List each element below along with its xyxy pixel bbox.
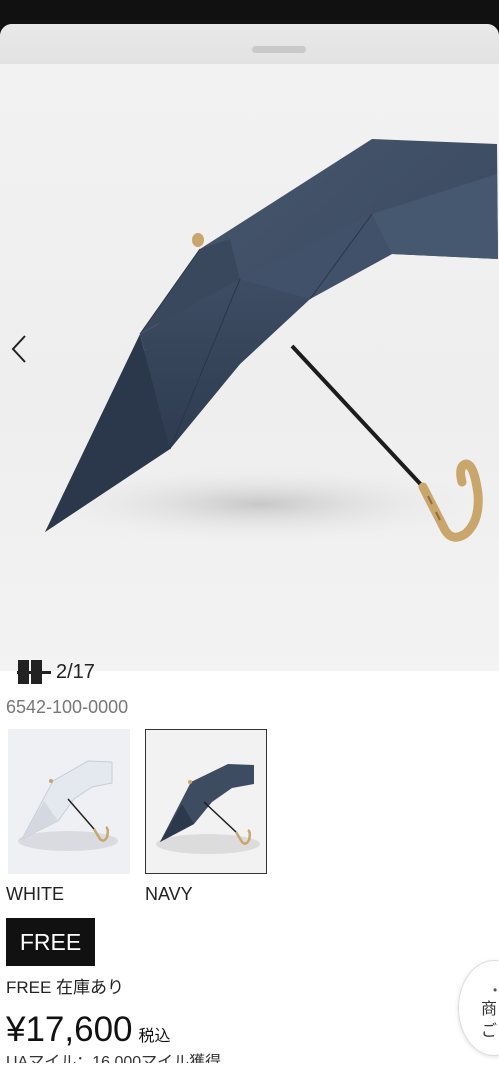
color-swatch-white[interactable]: [8, 729, 130, 874]
color-swatch-navy[interactable]: [145, 729, 267, 874]
sheet-header: [0, 24, 499, 64]
product-sku: 6542-100-0000: [6, 697, 129, 717]
sheet-grabber-handle[interactable]: [252, 46, 306, 53]
white-umbrella-thumbnail: [18, 760, 118, 851]
tab-indicator: [17, 671, 51, 674]
chevron-left-icon: [11, 335, 26, 363]
stock-status: FREE 在庫あり: [6, 978, 125, 997]
fab-label-line2: ご: [481, 1023, 498, 1040]
miles-earned: UAマイル：16,000マイル獲得: [6, 1054, 222, 1063]
product-price: ¥17,600 税込: [6, 1010, 171, 1050]
fab-label-line1: 商: [481, 1001, 498, 1018]
image-counter: 2/17: [56, 660, 95, 683]
product-image-gallery[interactable]: 2/17: [0, 64, 499, 684]
color-label-navy: NAVY: [145, 884, 193, 904]
tax-included-label: 税込: [138, 1028, 171, 1045]
price-value: ¥17,600: [6, 1010, 133, 1049]
floating-action-button[interactable]: • 商 ご: [458, 960, 499, 1056]
navy-umbrella-image: [30, 139, 498, 544]
previous-image-button[interactable]: [10, 334, 40, 374]
size-option-free[interactable]: FREE: [6, 918, 95, 966]
color-label-white: WHITE: [6, 884, 64, 904]
navy-umbrella-thumbnail: [156, 764, 260, 854]
product-sheet: 2/17 6542-100-0000 WHITE NAVY FREE FREE …: [0, 24, 499, 1080]
